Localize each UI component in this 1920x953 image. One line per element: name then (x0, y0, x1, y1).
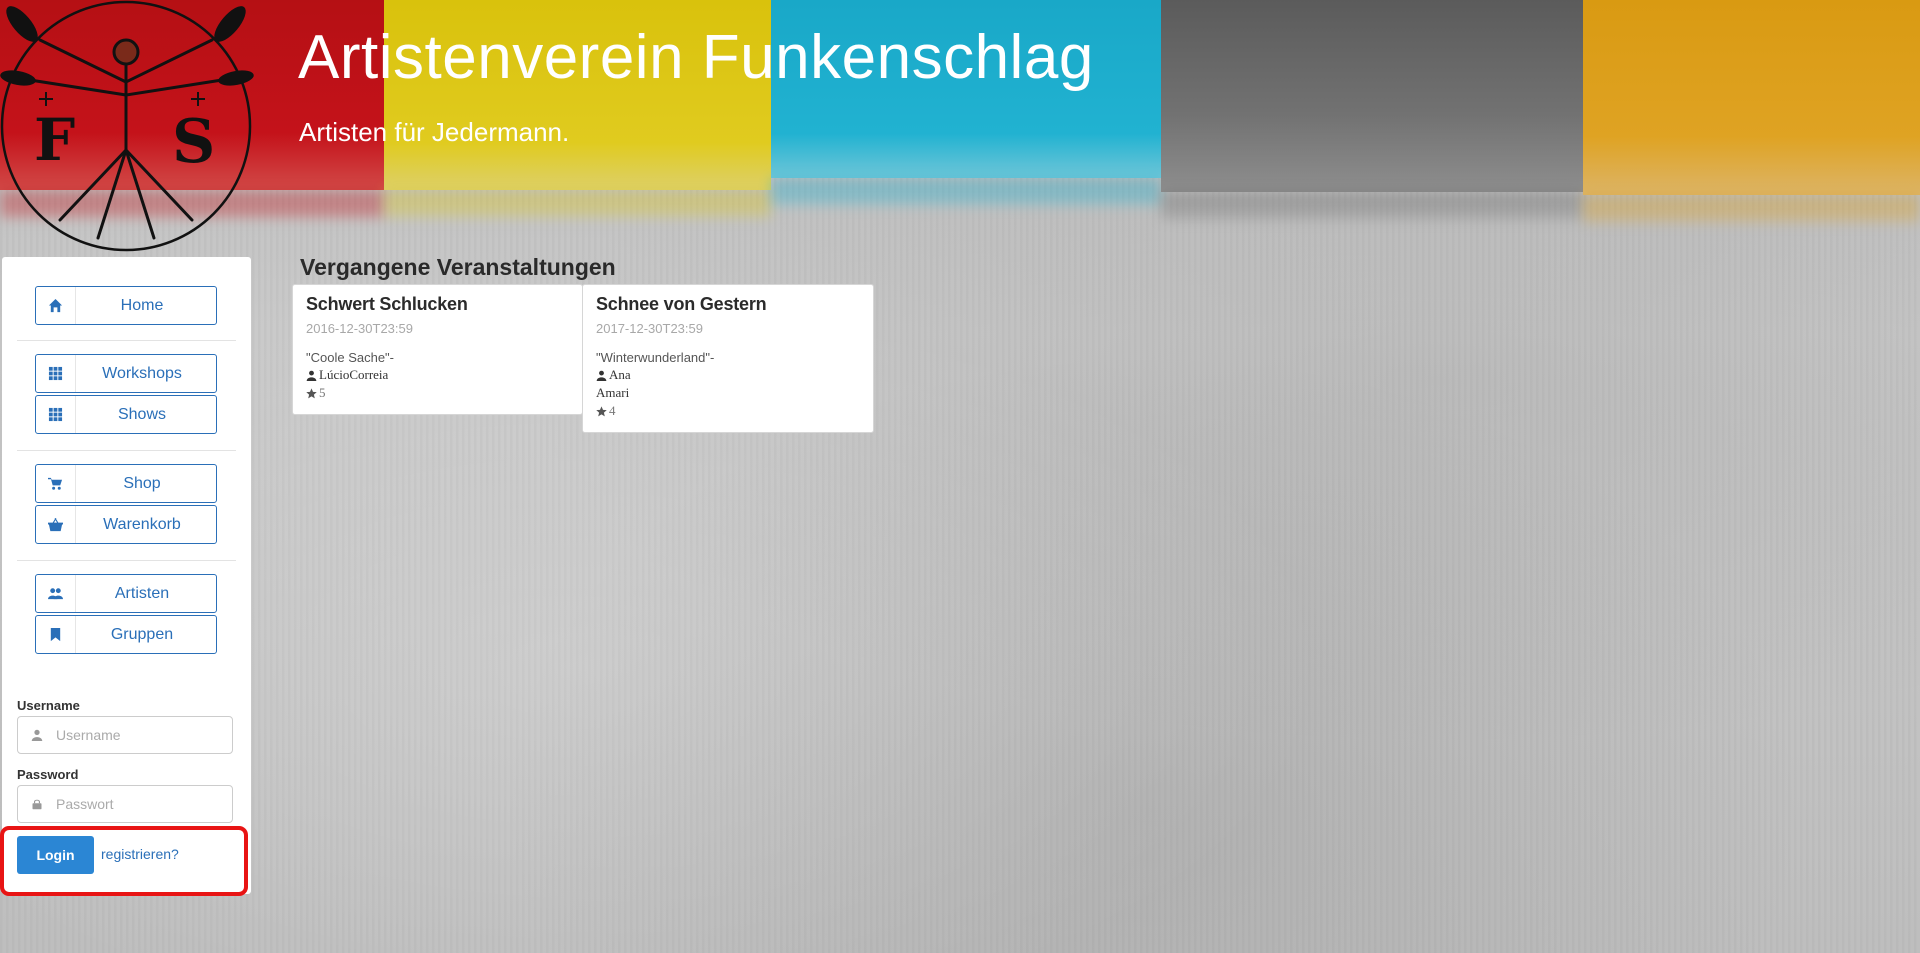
section-title: Vergangene Veranstaltungen (300, 254, 616, 280)
nav-warenkorb-label: Warenkorb (103, 515, 181, 533)
lock-icon (18, 798, 56, 810)
username-input[interactable] (56, 727, 221, 743)
user-icon (18, 729, 56, 741)
cart-icon (36, 465, 76, 502)
password-label: Password (17, 767, 79, 782)
header-banner: F S Artistenverein Funkenschlag Artisten… (0, 0, 1920, 252)
nav-workshops-label: Workshops (102, 364, 182, 382)
nav-home-button[interactable]: Home (35, 286, 217, 325)
event-artist-name: LúcioCorreia (319, 367, 389, 382)
user-icon (596, 370, 607, 381)
nav-workshops-button[interactable]: Workshops (35, 354, 217, 393)
nav-artisten-label: Artisten (114, 584, 170, 602)
event-artist: LúcioCorreia (306, 367, 569, 383)
nav-home-label: Home (120, 296, 164, 314)
event-rating-value: 4 (609, 403, 616, 418)
password-input[interactable] (56, 796, 221, 812)
event-card[interactable]: Schwert Schlucken 2016-12-30T23:59 "Cool… (292, 284, 583, 415)
sidebar-divider (17, 450, 236, 451)
event-review-quote: "Coole Sache"- (306, 350, 394, 365)
username-field[interactable] (17, 716, 233, 754)
home-icon (36, 287, 76, 324)
site-title: Artistenverein Funkenschlag (298, 23, 1094, 92)
site-subtitle: Artisten für Jedermann. (299, 117, 570, 147)
event-artist: Ana (596, 367, 860, 383)
sidebar-divider (17, 340, 236, 341)
event-card[interactable]: Schnee von Gestern 2017-12-30T23:59 "Win… (582, 284, 874, 433)
nav-warenkorb-button[interactable]: Warenkorb (35, 505, 217, 544)
nav-shows-label: Shows (117, 405, 167, 423)
star-icon (596, 405, 607, 416)
users-icon (36, 575, 76, 612)
nav-artisten-button[interactable]: Artisten (35, 574, 217, 613)
banner-stripe-dark (1161, 0, 1583, 192)
site-logo[interactable]: F S (0, 0, 255, 255)
event-artist-name-line2: Amari (596, 385, 630, 400)
event-artist-name: Ana (609, 367, 631, 382)
grid-icon (36, 355, 76, 392)
event-title: Schwert Schlucken (306, 294, 468, 314)
event-review-quote: "Winterwunderland"- (596, 350, 715, 365)
svg-text:F: F (34, 106, 75, 174)
event-date: 2017-12-30T23:59 (596, 321, 703, 336)
nav-gruppen-label: Gruppen (110, 625, 174, 643)
nav-shows-button[interactable]: Shows (35, 395, 217, 434)
nav-shop-button[interactable]: Shop (35, 464, 217, 503)
password-field[interactable] (17, 785, 233, 823)
svg-text:S: S (172, 107, 215, 177)
grid-icon (36, 396, 76, 433)
event-rating: 4 (596, 403, 860, 419)
nav-gruppen-button[interactable]: Gruppen (35, 615, 217, 654)
basket-icon (36, 506, 76, 543)
banner-stripe-orange (1583, 0, 1920, 195)
username-label: Username (17, 698, 80, 713)
nav-shop-label: Shop (123, 474, 161, 492)
event-date: 2016-12-30T23:59 (306, 321, 413, 336)
user-icon (306, 370, 317, 381)
login-button[interactable]: Login (17, 836, 94, 874)
event-rating: 5 (306, 385, 569, 401)
register-link[interactable]: registrieren? (101, 846, 179, 862)
event-title: Schnee von Gestern (596, 294, 767, 314)
sidebar-divider (17, 560, 236, 561)
bookmark-icon (36, 616, 76, 653)
star-icon (306, 387, 317, 398)
event-rating-value: 5 (319, 385, 326, 400)
